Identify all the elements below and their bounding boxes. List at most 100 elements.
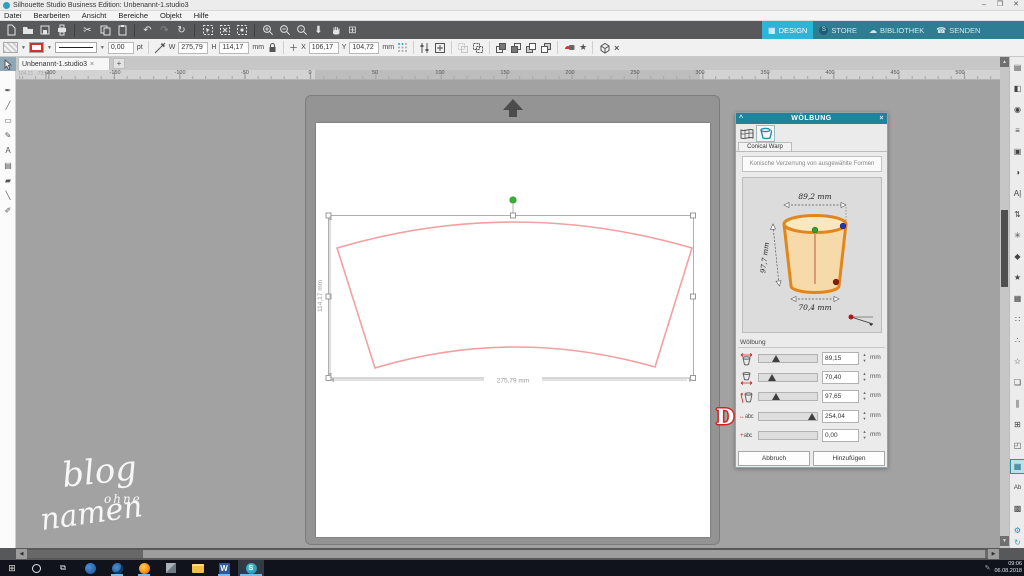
select-tool[interactable] — [0, 57, 16, 71]
horizontal-scroll-thumb[interactable] — [143, 550, 985, 558]
knife-tool[interactable]: ╲ — [0, 188, 16, 202]
spinner-buttons[interactable]: ▲▼ — [861, 410, 868, 423]
slider-track[interactable] — [758, 354, 818, 363]
chevron-down-icon[interactable]: ▼ — [21, 45, 26, 51]
document-tab[interactable]: Unbenannt-1.studio3 × — [18, 57, 110, 70]
chevron-down-icon[interactable]: ▼ — [47, 45, 52, 51]
fill-swatch[interactable] — [3, 42, 18, 53]
pattern-panel-icon[interactable]: ▩ — [1010, 501, 1024, 516]
zoom-in-icon[interactable] — [260, 23, 275, 38]
clock[interactable]: 09:0606.08.2018 — [994, 561, 1022, 575]
tab-store[interactable]: S STORE — [813, 21, 863, 39]
shading-panel-icon[interactable]: ◑ — [1010, 165, 1024, 180]
tab-close-icon[interactable]: × — [90, 61, 94, 68]
warp-tool-icon[interactable] — [738, 126, 755, 141]
transform-panel-icon[interactable]: ⇅ — [1010, 207, 1024, 222]
scroll-up-icon[interactable]: ▲ — [1000, 57, 1009, 67]
start-button[interactable]: ⊞ — [4, 560, 20, 576]
fit-to-page-icon[interactable]: ⊞ — [345, 23, 360, 38]
slider-value-input[interactable]: 89,15 — [822, 352, 859, 365]
warp-preview[interactable]: 89,2 mm 97,7 mm 70,4 mm — [742, 177, 882, 333]
taskbar-app-tool[interactable] — [163, 560, 179, 576]
slider-track[interactable] — [758, 373, 818, 382]
weave-panel-icon[interactable]: ⊞ — [1010, 417, 1024, 432]
redo-icon[interactable]: ↷ — [157, 23, 172, 38]
slider-value-input[interactable]: 254,04 — [822, 410, 859, 423]
effects-panel-icon[interactable]: ★ — [1010, 270, 1024, 285]
taskbar-app-explorer[interactable] — [190, 560, 206, 576]
vertical-scroll-thumb[interactable] — [1001, 210, 1008, 287]
conical-warp-shape[interactable] — [337, 222, 692, 368]
group-icon[interactable] — [457, 42, 469, 54]
eyedropper-tool[interactable]: ✐ — [0, 203, 16, 217]
eraser-tool[interactable]: ▰ — [0, 173, 16, 187]
panel-close-icon[interactable]: × — [879, 113, 884, 124]
chevron-down-icon[interactable]: ▼ — [100, 45, 105, 51]
menu-ansicht[interactable]: Ansicht — [82, 11, 107, 20]
select-by-color-icon[interactable] — [234, 23, 249, 38]
text-warp-panel-icon[interactable]: Ab — [1010, 480, 1024, 495]
tab-bibliothek[interactable]: ☁ BIBLIOTHEK — [863, 21, 930, 39]
tab-design[interactable]: ▦ DESIGN — [762, 21, 813, 39]
text-style-panel-icon[interactable]: A| — [1010, 186, 1024, 201]
warp-panel-titlebar[interactable]: ^ WÖLBUNG × — [736, 113, 887, 124]
line-style-panel-icon[interactable]: ≡ — [1010, 123, 1024, 138]
zoom-drag-icon[interactable]: ⬇ — [311, 23, 326, 38]
print-icon[interactable] — [54, 23, 69, 38]
slider-thumb[interactable] — [808, 413, 816, 420]
shadow-panel-icon[interactable]: ◰ — [1010, 438, 1024, 453]
taskbar-app-edge[interactable] — [82, 560, 98, 576]
width-input[interactable]: 275,79 — [178, 42, 208, 54]
pan-icon[interactable] — [328, 23, 343, 38]
pixscan-panel-icon[interactable]: ◧ — [1010, 81, 1024, 96]
scroll-right-icon[interactable]: ▶ — [988, 549, 999, 559]
stroke-width-input[interactable]: 0,00 — [108, 42, 134, 54]
bring-forward-icon[interactable] — [495, 42, 507, 54]
scroll-left-icon[interactable]: ◀ — [16, 549, 27, 559]
menu-datei[interactable]: Datei — [4, 11, 22, 20]
slider-value-input[interactable]: 0,00 — [822, 429, 859, 442]
rhinestone-panel-icon[interactable]: ∴ — [1010, 333, 1024, 348]
line-tool[interactable]: ╱ — [0, 98, 16, 112]
text-tool[interactable]: A — [0, 143, 16, 157]
menu-bearbeiten[interactable]: Bearbeiten — [34, 11, 70, 20]
layers-panel-icon[interactable]: ❏ — [1010, 375, 1024, 390]
page-setup-panel-icon[interactable]: ▤ — [1010, 60, 1024, 75]
sketch-panel-icon[interactable]: ∥ — [1010, 396, 1024, 411]
nesting-panel-icon[interactable]: ∷ — [1010, 312, 1024, 327]
fill-panel-icon[interactable]: ▣ — [1010, 144, 1024, 159]
menu-objekt[interactable]: Objekt — [160, 11, 182, 20]
minimize-button[interactable]: – — [976, 0, 992, 10]
trace-panel-icon[interactable]: ◉ — [1010, 102, 1024, 117]
undo-icon[interactable]: ↶ — [140, 23, 155, 38]
offset-star-icon[interactable]: ★ — [579, 42, 587, 53]
slider-thumb[interactable] — [772, 355, 780, 362]
save-icon[interactable] — [37, 23, 52, 38]
collapse-icon[interactable]: ^ — [739, 113, 744, 124]
cut-icon[interactable]: ✂ — [80, 23, 95, 38]
lock-aspect-icon[interactable] — [267, 42, 278, 54]
rectangle-tool[interactable]: ▭ — [0, 113, 16, 127]
anchor-grid-icon[interactable] — [397, 42, 408, 53]
selection-overlay[interactable]: 114,17 mm 275,79 mm — [316, 123, 710, 537]
modify-panel-icon[interactable]: ✳ — [1010, 228, 1024, 243]
new-document-icon[interactable] — [3, 23, 18, 38]
send-to-back-icon[interactable] — [540, 42, 552, 54]
bring-to-front-icon[interactable] — [525, 42, 537, 54]
pen-tray-icon[interactable]: ✎ — [985, 565, 991, 572]
stroke-swatch[interactable] — [29, 42, 44, 53]
weld-icon[interactable] — [563, 42, 576, 54]
spinner-buttons[interactable]: ▲▼ — [861, 429, 868, 442]
spinner-buttons[interactable]: ▲▼ — [861, 371, 868, 384]
edit-points-tool[interactable]: ✒ — [0, 83, 16, 97]
send-backward-icon[interactable] — [510, 42, 522, 54]
clear-icon[interactable]: × — [614, 43, 619, 53]
x-input[interactable]: 106,17 — [309, 42, 339, 54]
new-tab-button[interactable]: + — [113, 58, 125, 69]
warp-panel-icon[interactable]: ▦ — [1010, 459, 1024, 474]
close-button[interactable]: ✕ — [1008, 0, 1024, 10]
deselect-icon[interactable] — [217, 23, 232, 38]
replicate-panel-icon[interactable]: ▦ — [1010, 291, 1024, 306]
height-input[interactable]: 114,17 — [219, 42, 249, 54]
zoom-out-icon[interactable] — [277, 23, 292, 38]
